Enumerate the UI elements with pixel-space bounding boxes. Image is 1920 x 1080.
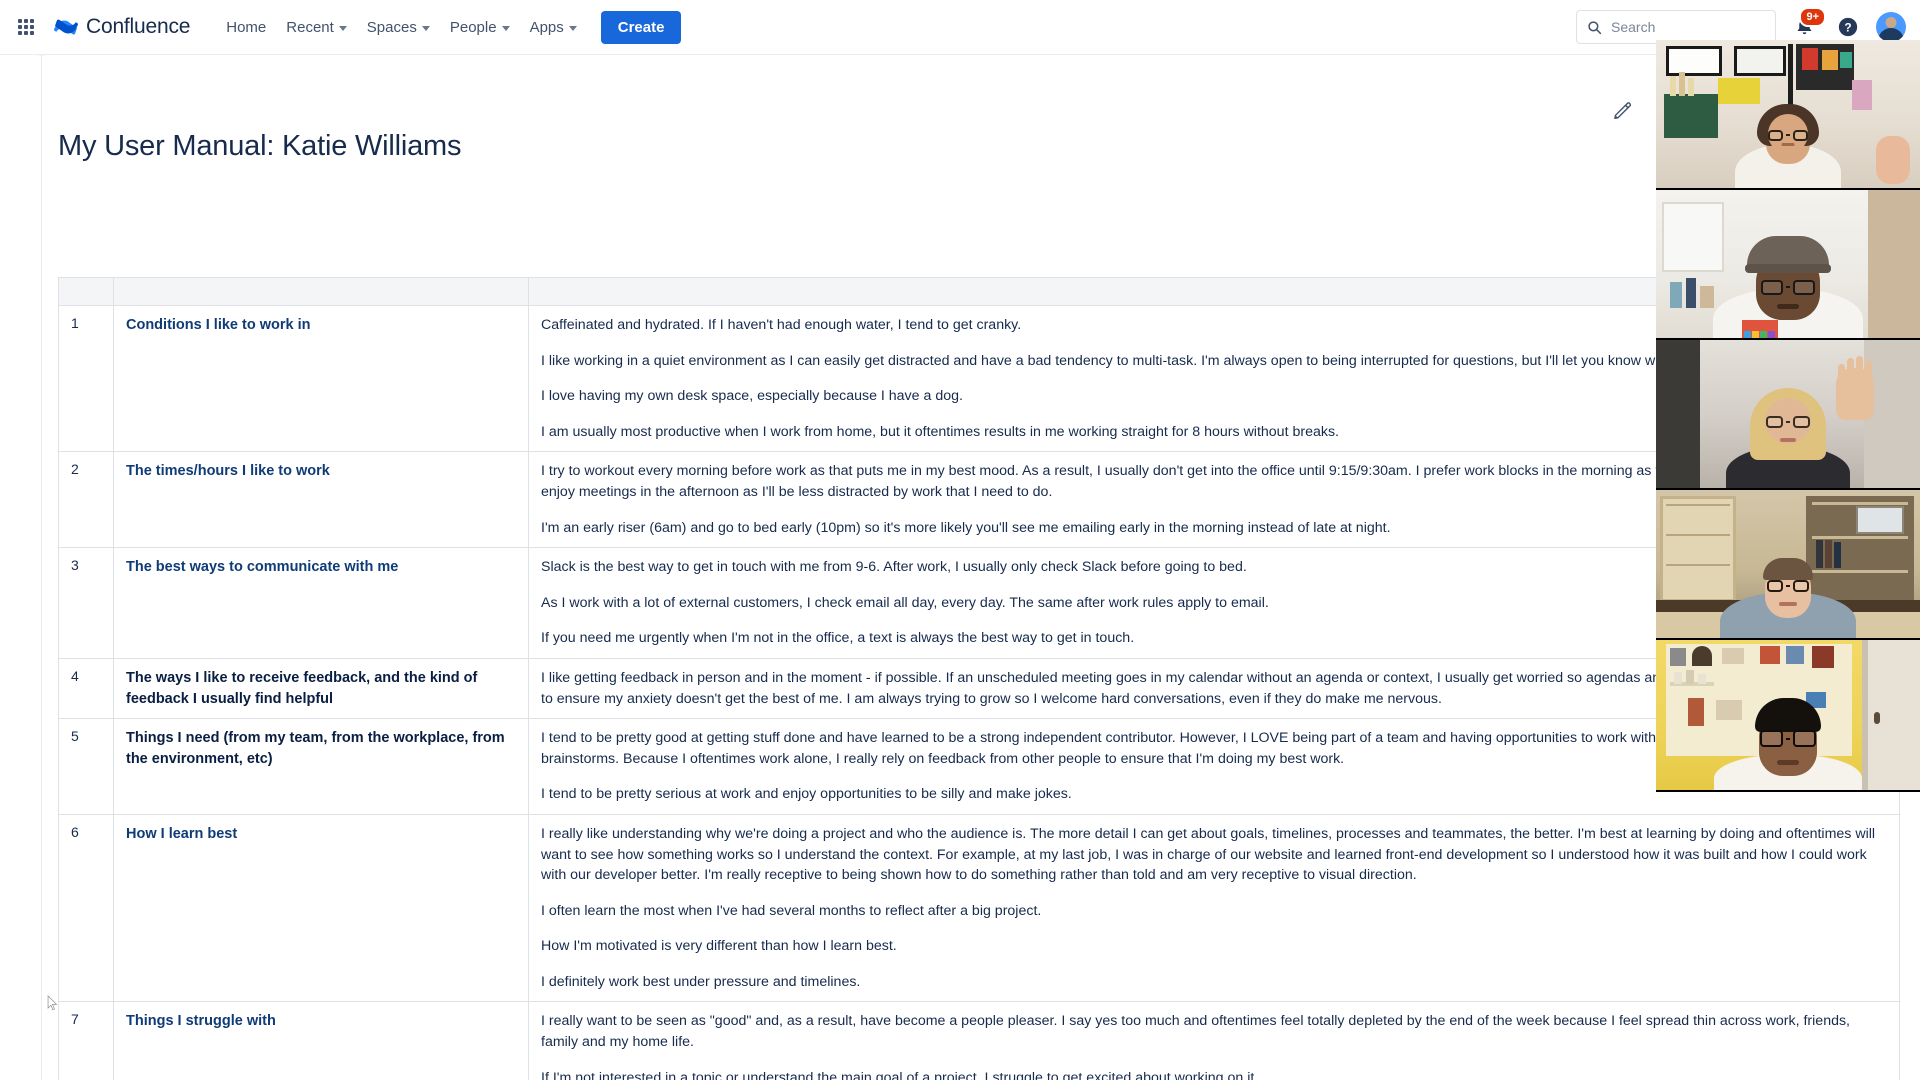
description-paragraph: How I'm motivated is very different than… [541, 938, 897, 955]
nav-label-people: People [449, 18, 497, 36]
help-question-icon: ? [1838, 17, 1858, 37]
confluence-home-link[interactable]: Confluence [52, 13, 190, 41]
row-number-cell: 6 [58, 813, 114, 1003]
video-tile-participant-1[interactable] [1656, 40, 1920, 190]
create-button[interactable]: Create [600, 10, 682, 44]
notification-badge: 9+ [1799, 7, 1826, 27]
nav-item-recent[interactable]: Recent [276, 12, 357, 43]
table-row: 5 Things I need (from my team, from the w… [58, 718, 1900, 815]
primary-nav-items: Home Recent Spaces People Apps Create [216, 10, 682, 44]
nav-item-apps[interactable]: Apps [520, 12, 587, 43]
user-avatar[interactable] [1876, 12, 1906, 42]
table-body: 1 Conditions I like to work in Caffeinated… [58, 304, 1900, 1080]
nav-label-home: Home [226, 18, 267, 36]
row-topic-cell: Things I need (from my team, from the wo… [113, 718, 529, 815]
brand-name: Confluence [86, 15, 191, 38]
row-topic-cell: Conditions I like to work in [113, 304, 529, 453]
video-tile-participant-4[interactable] [1656, 490, 1920, 640]
app-switcher-grid-icon[interactable] [14, 15, 38, 39]
table-row: 2 The times/hours I like to work I try to … [58, 451, 1900, 549]
search-icon [1588, 20, 1602, 34]
search-placeholder-text: Search [1611, 19, 1656, 35]
row-number-cell: 1 [58, 304, 114, 453]
page-content-area: My User Manual: Katie Williams 1 Conditio… [43, 55, 1920, 1080]
row-topic-cell: Things I struggle with [113, 1001, 529, 1080]
mouse-cursor-icon [47, 995, 58, 1011]
help-button[interactable]: ? [1832, 11, 1864, 43]
nav-label-apps: Apps [529, 18, 564, 36]
chevron-down-icon [501, 25, 510, 31]
table-header [58, 277, 1900, 306]
description-paragraph: I really like understanding why we're do… [541, 825, 1876, 884]
row-description-cell: I really want to be seen as "good" and, … [528, 1001, 1900, 1080]
pencil-icon [1613, 101, 1631, 119]
video-call-panel[interactable] [1656, 40, 1920, 792]
row-number-cell: 2 [58, 451, 114, 549]
edit-page-button[interactable] [1607, 95, 1637, 125]
page-title: My User Manual: Katie Williams [58, 130, 462, 162]
sidebar-rail [0, 55, 42, 1080]
description-paragraph: If I'm not interested in a topic or unde… [541, 1069, 1259, 1080]
table-row: 1 Conditions I like to work in Caffeinated… [58, 304, 1900, 453]
header-cell-number [58, 277, 114, 306]
table-header-row [58, 277, 1900, 306]
nav-label-recent: Recent [286, 18, 334, 36]
table-row: 6 How I learn best I really like understan… [58, 813, 1900, 1003]
table-row: 3 The best ways to communicate with me Sla… [58, 547, 1900, 659]
row-topic-cell: The best ways to communicate with me [113, 547, 529, 659]
chevron-down-icon [421, 25, 430, 31]
description-paragraph: I often learn the most when I've had sev… [541, 902, 1042, 919]
search-input[interactable]: Search [1576, 10, 1776, 44]
chevron-down-icon [338, 25, 347, 31]
table-row: 4 The ways I like to receive feedback, an… [58, 657, 1900, 720]
row-description-cell: I really like understanding why we're do… [528, 813, 1900, 1003]
chevron-down-icon [568, 25, 577, 31]
description-paragraph: I definitely work best under pressure an… [541, 973, 861, 990]
row-topic-cell: The times/hours I like to work [113, 451, 529, 549]
confluence-logo-icon [53, 19, 79, 35]
row-number-cell: 4 [58, 657, 114, 720]
video-tile-participant-2[interactable] [1656, 190, 1920, 340]
description-paragraph: I really want to be seen as "good" and, … [541, 1013, 1851, 1051]
header-cell-topic [113, 277, 529, 306]
table-row: 7 Things I struggle with I really want to … [58, 1001, 1900, 1080]
row-topic-cell: The ways I like to receive feedback, and… [113, 657, 529, 720]
nav-item-home[interactable]: Home [216, 12, 276, 43]
row-number-cell: 7 [58, 1001, 114, 1080]
row-topic-cell: How I learn best [113, 813, 529, 1003]
row-number-cell: 3 [58, 547, 114, 659]
nav-label-spaces: Spaces [366, 18, 417, 36]
notifications-button[interactable]: 9+ [1788, 7, 1826, 43]
video-tile-participant-5[interactable] [1656, 640, 1920, 790]
user-manual-table: 1 Conditions I like to work in Caffeinated… [58, 277, 1900, 1080]
nav-item-spaces[interactable]: Spaces [357, 12, 440, 43]
nav-item-people[interactable]: People [440, 12, 520, 43]
svg-text:?: ? [1844, 21, 1851, 35]
row-number-cell: 5 [58, 718, 114, 815]
top-navigation-bar: Confluence Home Recent Spaces People App… [0, 0, 1920, 55]
video-tile-participant-3[interactable] [1656, 340, 1920, 490]
